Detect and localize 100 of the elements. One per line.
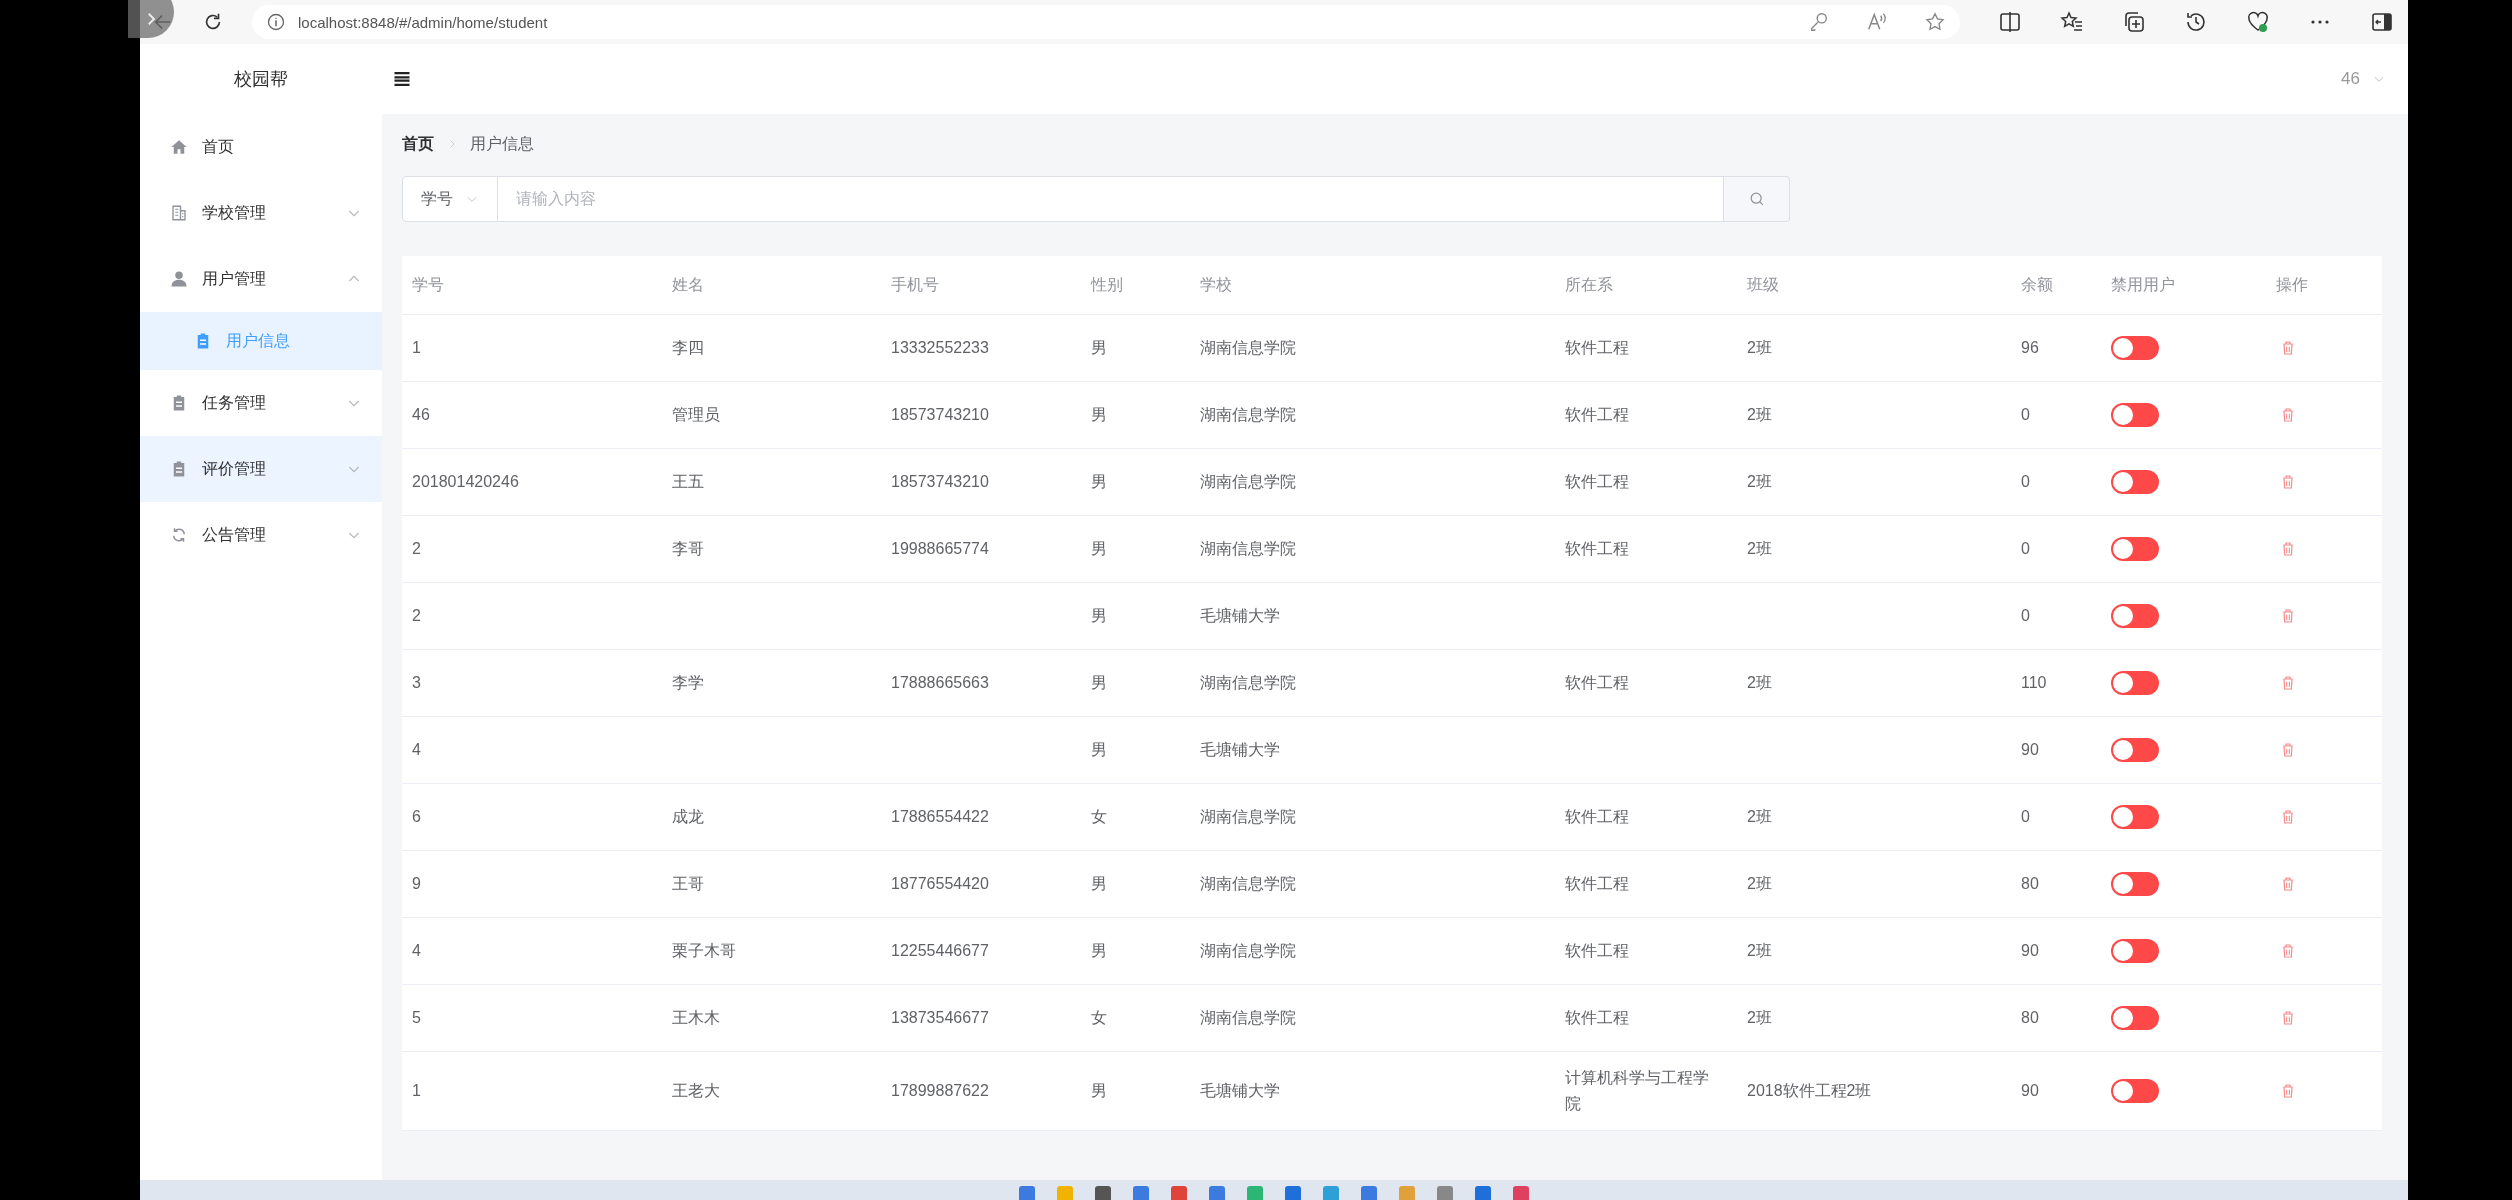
table-cell: 湖南信息学院 xyxy=(1200,942,1296,960)
trash-icon[interactable] xyxy=(2280,474,2296,490)
table-cell: 男 xyxy=(1091,875,1107,893)
trash-icon[interactable] xyxy=(2280,407,2296,423)
table-cell: 80 xyxy=(2021,1009,2039,1027)
table-cell: 李学 xyxy=(672,674,704,692)
star-icon[interactable] xyxy=(1924,11,1946,33)
menu-item[interactable]: 首页 xyxy=(140,114,382,180)
table-cell: 2班 xyxy=(1747,674,1772,692)
table-cell: 男 xyxy=(1091,942,1107,960)
table-cell: 3 xyxy=(412,674,421,692)
table-cell: 李四 xyxy=(672,339,704,357)
collections-icon[interactable] xyxy=(2122,10,2146,34)
table-cell: 18573743210 xyxy=(891,406,989,424)
table-cell: 软件工程 xyxy=(1565,942,1629,960)
menu-item[interactable]: 公告管理 xyxy=(140,502,382,568)
table-cell: 管理员 xyxy=(672,406,720,424)
table-cell: 2班 xyxy=(1747,1009,1772,1027)
table-cell: 2班 xyxy=(1747,942,1772,960)
table-cell: 软件工程 xyxy=(1565,875,1629,893)
trash-icon[interactable] xyxy=(2280,1083,2296,1099)
toggle-switch[interactable] xyxy=(2111,939,2159,963)
key-icon[interactable] xyxy=(1808,11,1830,33)
health-icon[interactable] xyxy=(2246,10,2270,34)
toggle-switch[interactable] xyxy=(2111,537,2159,561)
table-cell: 2 xyxy=(412,540,421,558)
trash-icon[interactable] xyxy=(2280,608,2296,624)
toggle-switch[interactable] xyxy=(2111,1079,2159,1103)
table-cell: 李哥 xyxy=(672,540,704,558)
breadcrumb-link[interactable]: 首页 xyxy=(402,133,434,155)
table-cell: 96 xyxy=(2021,339,2039,357)
history-icon[interactable] xyxy=(2184,10,2208,34)
trash-icon[interactable] xyxy=(2280,809,2296,825)
table-cell: 110 xyxy=(2021,674,2047,692)
table-cell: 2 xyxy=(412,607,421,625)
table-cell: 6 xyxy=(412,808,421,826)
table-cell: 2班 xyxy=(1747,540,1772,558)
menu-item[interactable]: 学校管理 xyxy=(140,180,382,246)
toggle-switch[interactable] xyxy=(2111,403,2159,427)
toggle-switch[interactable] xyxy=(2111,872,2159,896)
floating-button[interactable] xyxy=(128,0,174,38)
table-cell: 软件工程 xyxy=(1565,674,1629,692)
menu-item[interactable]: 任务管理 xyxy=(140,370,382,436)
toggle-switch[interactable] xyxy=(2111,604,2159,628)
table-cell: 软件工程 xyxy=(1565,540,1629,558)
table-cell: 5 xyxy=(412,1009,421,1027)
app-title: 校园帮 xyxy=(233,68,289,91)
menu-item[interactable]: 评价管理 xyxy=(140,436,382,502)
trash-icon[interactable] xyxy=(2280,943,2296,959)
trash-icon[interactable] xyxy=(2280,675,2296,691)
table-cell: 软件工程 xyxy=(1565,473,1629,491)
trash-icon[interactable] xyxy=(2280,876,2296,892)
table-cell: 2班 xyxy=(1747,875,1772,893)
table-cell: 0 xyxy=(2021,808,2030,826)
favorites-icon[interactable] xyxy=(2060,10,2084,34)
column-header: 操作 xyxy=(2275,275,2309,296)
table-cell: 软件工程 xyxy=(1565,808,1629,826)
info-icon[interactable] xyxy=(266,12,286,32)
menu-icon[interactable] xyxy=(392,69,412,89)
table-cell: 王五 xyxy=(672,473,704,491)
search-field[interactable]: 请输入内容 xyxy=(498,176,1724,222)
split-screen-icon[interactable] xyxy=(1998,10,2022,34)
table-cell: 男 xyxy=(1091,674,1107,692)
sidebar-icon[interactable] xyxy=(2370,10,2394,34)
table-cell: 46 xyxy=(412,406,430,424)
table-cell: 1 xyxy=(412,339,421,357)
table-cell: 0 xyxy=(2021,473,2030,491)
table-cell: 湖南信息学院 xyxy=(1200,875,1296,893)
column-header: 姓名 xyxy=(671,275,705,296)
trash-icon[interactable] xyxy=(2280,340,2296,356)
column-header: 学校 xyxy=(1199,275,1233,296)
table-cell: 软件工程 xyxy=(1565,406,1629,424)
table-cell: 王木木 xyxy=(672,1009,720,1027)
table-cell: 软件工程 xyxy=(1565,339,1629,357)
table-cell: 2班 xyxy=(1747,406,1772,424)
toggle-switch[interactable] xyxy=(2111,738,2159,762)
field-select[interactable]: 学号 xyxy=(402,176,498,222)
table-cell: 12255446677 xyxy=(891,942,989,960)
refresh-icon xyxy=(170,526,188,544)
table-cell: 19988665774 xyxy=(891,540,989,558)
address-bar[interactable]: localhost:8848/#/admin/home/student xyxy=(252,5,1960,39)
toggle-switch[interactable] xyxy=(2111,336,2159,360)
table-cell: 湖南信息学院 xyxy=(1200,473,1296,491)
toggle-switch[interactable] xyxy=(2111,470,2159,494)
table-cell: 湖南信息学院 xyxy=(1200,540,1296,558)
toggle-switch[interactable] xyxy=(2111,671,2159,695)
menu-item[interactable]: 用户管理 xyxy=(140,246,382,312)
trash-icon[interactable] xyxy=(2280,541,2296,557)
table-cell: 成龙 xyxy=(672,808,704,826)
toggle-switch[interactable] xyxy=(2111,1006,2159,1030)
trash-icon[interactable] xyxy=(2280,742,2296,758)
user-icon xyxy=(170,270,188,288)
table-cell: 2班 xyxy=(1747,473,1772,491)
table-cell: 毛塘铺大学 xyxy=(1200,1082,1280,1100)
column-header: 学号 xyxy=(411,275,445,296)
toggle-switch[interactable] xyxy=(2111,805,2159,829)
taskbar-app-icon[interactable] xyxy=(1095,1186,1111,1200)
trash-icon[interactable] xyxy=(2280,1010,2296,1026)
table-cell: 男 xyxy=(1091,540,1107,558)
table-cell: 0 xyxy=(2021,406,2030,424)
